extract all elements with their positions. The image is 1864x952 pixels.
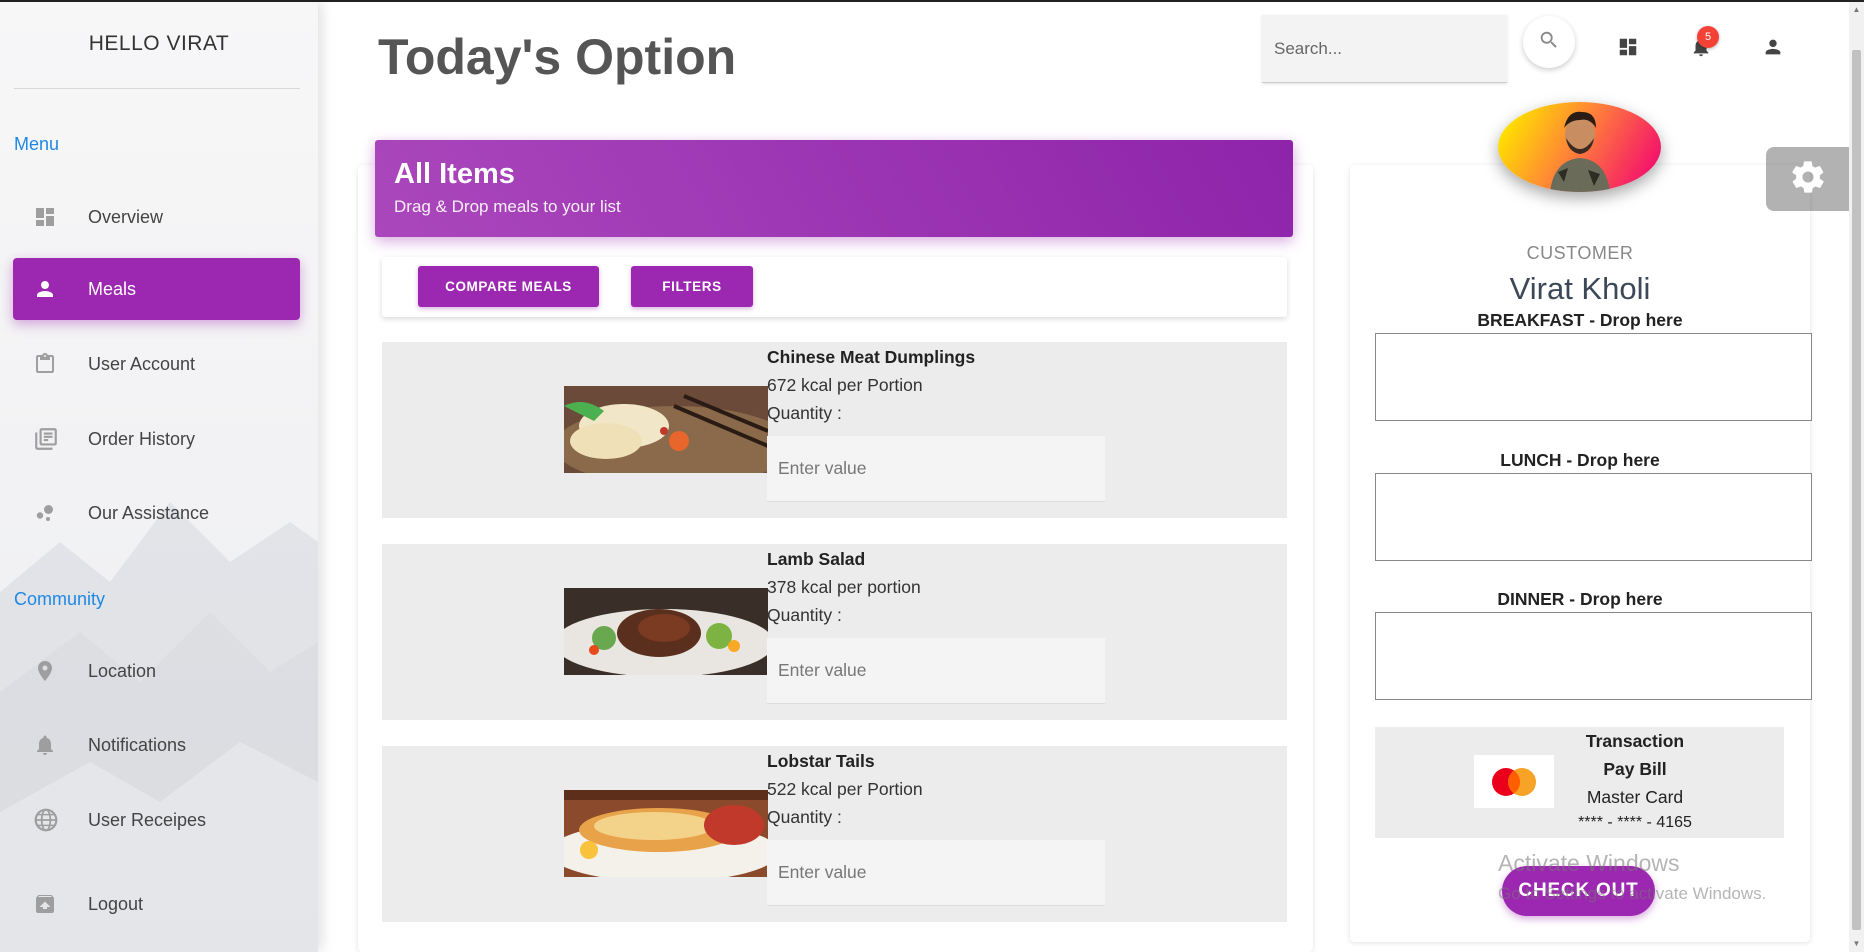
settings-button[interactable] xyxy=(1766,147,1849,211)
sidebar-item-label: Meals xyxy=(88,278,137,299)
globe-icon xyxy=(33,805,83,835)
sidebar: HELLO VIRAT Menu Overview Meals User Acc… xyxy=(0,2,318,952)
meal-calories: 378 kcal per portion xyxy=(767,577,921,597)
search-button[interactable] xyxy=(1523,16,1575,68)
scrollbar-thumb[interactable] xyxy=(1852,50,1861,930)
location-pin-icon xyxy=(33,656,83,686)
quantity-input[interactable] xyxy=(767,436,1105,502)
sidebar-item-label: User Receipes xyxy=(88,809,207,830)
meal-toolbar: COMPARE MEALS FILTERS xyxy=(382,257,1287,317)
bubble-chart-icon xyxy=(33,498,83,528)
sidebar-item-notifications[interactable]: Notifications xyxy=(13,714,300,776)
meal-calories: 672 kcal per Portion xyxy=(767,375,923,395)
sidebar-item-label: Our Assistance xyxy=(88,502,210,523)
clipboard-icon xyxy=(33,349,83,379)
meal-item-dumplings[interactable]: Chinese Meat Dumplings 672 kcal per Port… xyxy=(382,342,1287,518)
quantity-label: Quantity : xyxy=(767,403,842,423)
meal-item-lamb-salad[interactable]: Lamb Salad 378 kcal per portion Quantity… xyxy=(382,544,1287,720)
scroll-up-arrow[interactable]: ▲ xyxy=(1851,4,1862,16)
community-section-label: Community xyxy=(14,589,106,609)
filters-button[interactable]: FILTERS xyxy=(631,266,753,307)
dinner-drop-zone[interactable] xyxy=(1375,612,1812,700)
dinner-drop-label: DINNER - Drop here xyxy=(1497,589,1663,609)
meal-name: Lobstar Tails xyxy=(767,751,875,771)
meal-image-lamb-salad xyxy=(564,588,768,675)
card-number: **** - **** - 4165 xyxy=(1578,814,1692,831)
lunch-drop-zone[interactable] xyxy=(1375,473,1812,561)
page-title: Today's Option xyxy=(378,29,737,85)
sidebar-item-our-assistance[interactable]: Our Assistance xyxy=(13,482,300,544)
pay-bill-label: Pay Bill xyxy=(1603,759,1667,779)
sidebar-item-label: Order History xyxy=(88,428,196,449)
sidebar-item-label: Logout xyxy=(88,893,144,914)
activation-watermark-subtitle: Go to Settings to activate Windows. xyxy=(1498,884,1767,903)
sidebar-item-order-history[interactable]: Order History xyxy=(13,408,300,470)
sidebar-item-location[interactable]: Location xyxy=(13,640,300,702)
customer-name: Virat Kholi xyxy=(1509,271,1651,306)
meal-name: Chinese Meat Dumplings xyxy=(767,347,976,367)
quantity-input[interactable] xyxy=(767,638,1105,704)
vertical-scrollbar[interactable]: ▲ ▼ xyxy=(1849,2,1864,952)
sidebar-item-label: Notifications xyxy=(88,734,187,755)
activation-watermark-title: Activate Windows xyxy=(1498,850,1680,876)
breakfast-drop-zone[interactable] xyxy=(1375,333,1812,421)
all-items-header: All Items Drag & Drop meals to your list xyxy=(375,140,1293,237)
dashboard-icon xyxy=(33,202,83,232)
greeting-text: HELLO VIRAT xyxy=(88,32,230,55)
sidebar-item-label: User Account xyxy=(88,353,196,374)
meal-name: Lamb Salad xyxy=(767,549,866,569)
all-items-subtitle: Drag & Drop meals to your list xyxy=(394,197,621,216)
quantity-input[interactable] xyxy=(767,840,1105,906)
sidebar-item-label: Location xyxy=(88,660,157,681)
library-books-icon xyxy=(33,424,83,454)
sidebar-item-user-account[interactable]: User Account xyxy=(13,333,300,395)
gear-icon xyxy=(1789,158,1827,201)
search-input[interactable] xyxy=(1274,38,1495,59)
transaction-title: Transaction xyxy=(1585,731,1685,751)
profile-button[interactable] xyxy=(1758,34,1788,64)
sidebar-item-label: Overview xyxy=(88,206,164,227)
customer-role-label: CUSTOMER xyxy=(1526,243,1634,263)
compare-meals-button[interactable]: COMPARE MEALS xyxy=(418,266,599,307)
search-icon xyxy=(1538,29,1560,56)
menu-section-label: Menu xyxy=(14,134,60,154)
sidebar-item-overview[interactable]: Overview xyxy=(13,186,300,248)
all-items-title: All Items xyxy=(394,158,515,190)
person-icon xyxy=(1762,36,1784,63)
sidebar-item-logout[interactable]: Logout xyxy=(13,873,300,935)
sidebar-item-meals[interactable]: Meals xyxy=(13,258,300,320)
card-type: Master Card xyxy=(1586,787,1684,807)
quantity-label: Quantity : xyxy=(767,605,842,625)
sidebar-item-user-receipes[interactable]: User Receipes xyxy=(13,789,300,851)
breakfast-drop-label: BREAKFAST - Drop here xyxy=(1477,310,1683,330)
search-field[interactable] xyxy=(1262,15,1507,83)
sidebar-divider xyxy=(14,88,300,89)
meal-calories: 522 kcal per Portion xyxy=(767,779,923,799)
dashboard-button[interactable] xyxy=(1613,34,1643,64)
bell-icon xyxy=(33,730,83,760)
quantity-label: Quantity : xyxy=(767,807,842,827)
person-icon xyxy=(33,274,83,304)
notification-badge: 5 xyxy=(1697,26,1719,48)
unarchive-icon xyxy=(33,889,83,919)
lunch-drop-label: LUNCH - Drop here xyxy=(1500,450,1660,470)
transaction-panel: Transaction Pay Bill Master Card **** - … xyxy=(1375,727,1784,838)
customer-avatar xyxy=(1498,102,1661,192)
meal-image-lobster-tails xyxy=(564,790,768,877)
meal-image-dumplings xyxy=(564,386,768,473)
scroll-down-arrow[interactable]: ▼ xyxy=(1851,938,1862,950)
dashboard-icon xyxy=(1617,36,1639,63)
meal-item-lobster-tails[interactable]: Lobstar Tails 522 kcal per Portion Quant… xyxy=(382,746,1287,922)
